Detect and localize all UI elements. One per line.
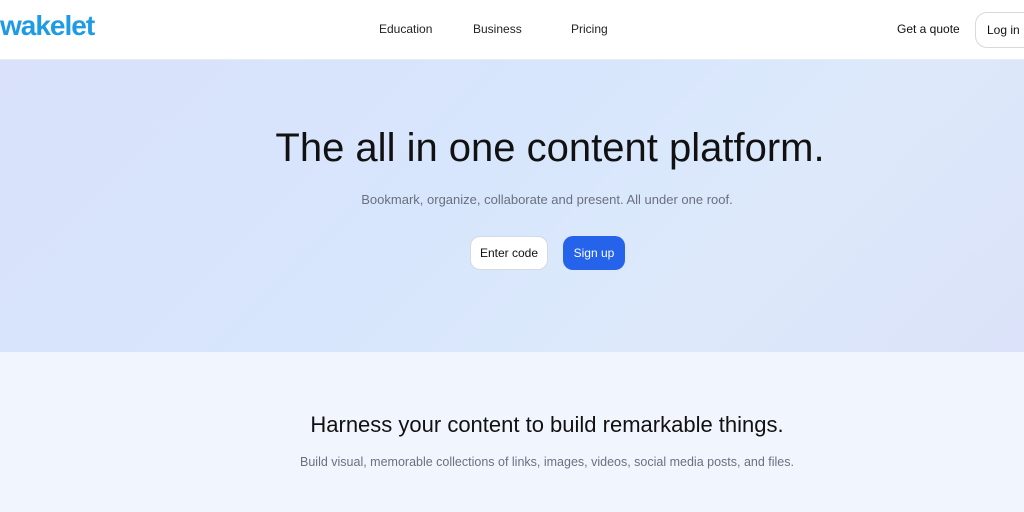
hero-subtitle: Bookmark, organize, collaborate and pres…: [361, 192, 733, 207]
nav-business-link[interactable]: Business: [473, 22, 522, 36]
hero-title: The all in one content platform.: [275, 126, 825, 170]
nav-pricing-link[interactable]: Pricing: [571, 22, 608, 36]
features-section: Harness your content to build remarkable…: [0, 352, 1024, 512]
login-button[interactable]: Log in: [975, 12, 1024, 48]
wakelet-logo[interactable]: wakelet: [0, 10, 95, 42]
sign-up-button[interactable]: Sign up: [563, 236, 625, 270]
enter-code-button[interactable]: Enter code: [470, 236, 548, 270]
get-a-quote-link[interactable]: Get a quote: [897, 22, 960, 36]
top-nav-bar: wakelet Education Business Pricing Get a…: [0, 0, 1024, 60]
nav-education-link[interactable]: Education: [379, 22, 432, 36]
hero-section: The all in one content platform. Bookmar…: [0, 60, 1024, 352]
features-subtitle: Build visual, memorable collections of l…: [300, 455, 794, 469]
features-title: Harness your content to build remarkable…: [310, 412, 784, 437]
